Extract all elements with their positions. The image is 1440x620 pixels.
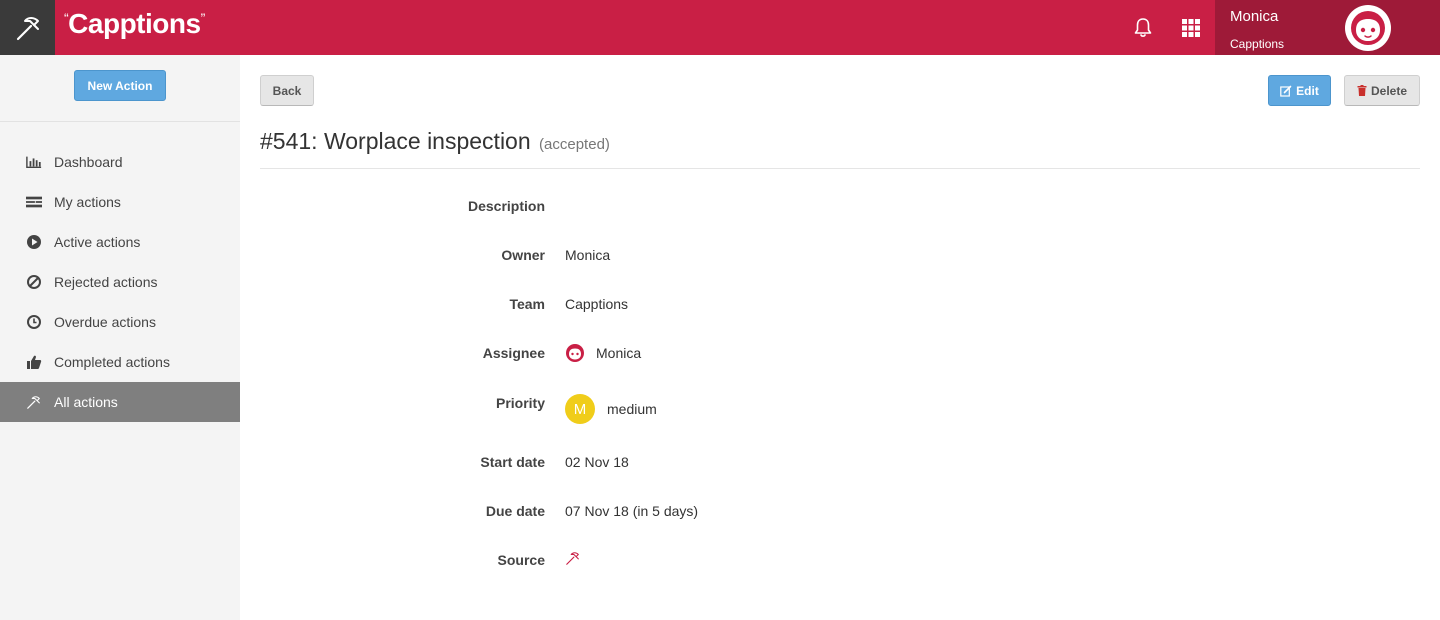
action-title: #541: Worplace inspection [260, 128, 531, 154]
clock-icon [26, 314, 42, 330]
sidebar-item-label: Dashboard [54, 154, 123, 170]
grid-icon[interactable] [1180, 17, 1202, 39]
start-date-label: Start date [480, 454, 545, 470]
user-menu[interactable]: Monica Capptions [1215, 0, 1440, 55]
new-action-button[interactable]: New Action [74, 70, 166, 101]
sidebar-item-overdue-actions[interactable]: Overdue actions [0, 302, 240, 342]
back-button[interactable]: Back [260, 75, 314, 106]
description-label: Description [467, 198, 545, 214]
source-label: Source [497, 552, 545, 568]
trash-icon [1357, 85, 1367, 96]
avatar[interactable] [1345, 5, 1391, 51]
sidebar-item-label: Rejected actions [54, 274, 158, 290]
owner-label: Owner [501, 247, 545, 263]
sidebar-item-label: Completed actions [54, 354, 170, 370]
source-value[interactable] [565, 550, 581, 566]
user-name: Monica [1230, 8, 1279, 25]
priority-label: Priority [495, 395, 545, 411]
team-value: Capptions [565, 296, 629, 312]
ban-icon [26, 274, 42, 290]
status-badge: (accepted) [539, 136, 610, 153]
bell-icon[interactable] [1131, 16, 1155, 40]
top-bar: “Capptions” Monica Capptions [0, 0, 1440, 55]
app-logo[interactable] [0, 0, 55, 55]
assignee-value: Monica [565, 343, 641, 363]
sidebar-item-my-actions[interactable]: My actions [0, 182, 240, 222]
due-date-value: 07 Nov 18 (in 5 days) [565, 503, 699, 519]
brand-logo: “Capptions” [64, 8, 205, 39]
sidebar-nav: Dashboard My actions Active actions Reje… [0, 142, 240, 422]
start-date-value: 02 Nov 18 [565, 454, 629, 470]
hammer-icon [26, 394, 42, 410]
thumbs-up-icon [26, 354, 42, 370]
sidebar-item-all-actions[interactable]: All actions [0, 382, 240, 422]
assignee-avatar-icon [565, 343, 585, 363]
sidebar-item-label: Active actions [54, 234, 141, 250]
due-date-label: Due date [485, 503, 545, 519]
sidebar-item-label: All actions [54, 394, 118, 410]
title-divider [260, 168, 1420, 169]
sidebar-item-label: My actions [54, 194, 121, 210]
priority-badge: M [565, 394, 595, 424]
delete-button[interactable]: Delete [1344, 75, 1420, 106]
priority-value: M medium [565, 394, 657, 424]
sidebar-item-dashboard[interactable]: Dashboard [0, 142, 240, 182]
sidebar-item-active-actions[interactable]: Active actions [0, 222, 240, 262]
sidebar: New Action Dashboard My actions Active a… [0, 55, 240, 620]
page-title: #541: Worplace inspection (accepted) [260, 128, 610, 155]
face-icon [1351, 11, 1385, 45]
sidebar-item-rejected-actions[interactable]: Rejected actions [0, 262, 240, 302]
edit-button[interactable]: Edit [1268, 75, 1331, 106]
sidebar-item-completed-actions[interactable]: Completed actions [0, 342, 240, 382]
assignee-name: Monica [596, 345, 642, 361]
user-team: Capptions [1230, 37, 1285, 51]
sidebar-divider [0, 121, 240, 122]
sidebar-item-label: Overdue actions [54, 314, 156, 330]
edit-icon [1280, 85, 1292, 97]
list-icon [26, 194, 42, 210]
hammer-icon [16, 16, 39, 40]
delete-label: Delete [1370, 83, 1408, 98]
team-label: Team [509, 296, 545, 312]
bar-chart-icon [26, 154, 42, 170]
priority-text: medium [607, 401, 657, 417]
hammer-icon [566, 552, 579, 565]
play-circle-icon [26, 234, 42, 250]
edit-label: Edit [1296, 83, 1319, 98]
owner-value: Monica [565, 247, 611, 263]
assignee-label: Assignee [482, 345, 545, 361]
